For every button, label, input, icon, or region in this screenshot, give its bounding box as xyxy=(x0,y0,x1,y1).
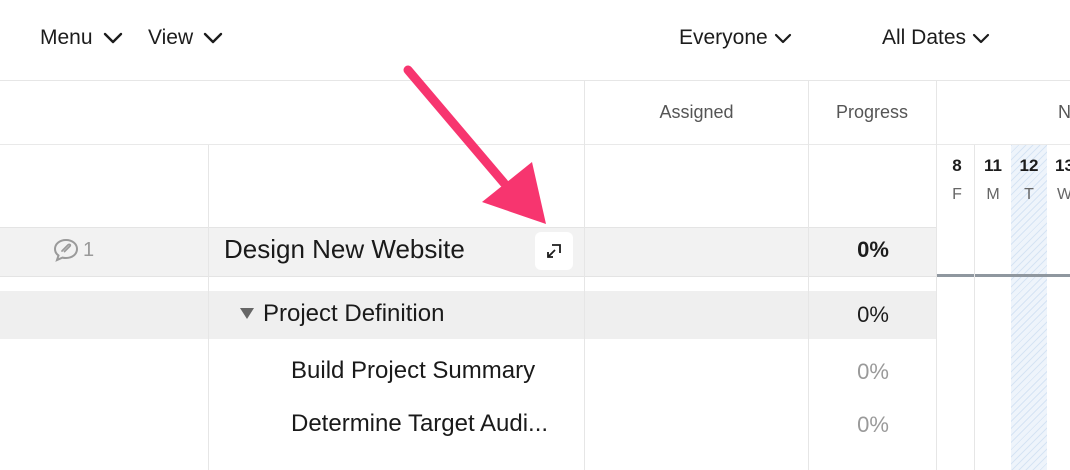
timeline-day-of-week: W xyxy=(1057,186,1070,203)
people-filter-dropdown[interactable]: Everyone xyxy=(679,22,792,54)
group-row[interactable] xyxy=(0,291,937,339)
view-label: View xyxy=(148,26,194,49)
project-progress: 0% xyxy=(857,237,889,262)
timeline-day-number: 11 xyxy=(984,156,1002,175)
timeline-day-number: 8 xyxy=(952,156,962,175)
task-progress: 0% xyxy=(857,412,889,437)
progress-column-header[interactable]: Progress xyxy=(808,81,936,144)
date-filter-label: All Dates xyxy=(882,26,967,49)
timeline-day-of-week: M xyxy=(986,186,1000,203)
view-dropdown[interactable]: View xyxy=(148,22,223,54)
timeline-day-number: 13 xyxy=(1055,156,1070,175)
task-name[interactable]: Determine Target Audi... xyxy=(291,410,548,438)
timeline-day-of-week: F xyxy=(952,186,962,203)
timeline-month-header: N xyxy=(1058,102,1070,122)
assigned-column-header[interactable]: Assigned xyxy=(585,81,808,144)
group-name[interactable]: Project Definition xyxy=(263,300,444,328)
project-gantt-bar[interactable] xyxy=(937,274,1070,277)
menu-dropdown[interactable]: Menu xyxy=(40,22,123,54)
project-name[interactable]: Design New Website xyxy=(224,234,465,265)
menu-label: Menu xyxy=(40,26,93,49)
timeline-day-of-week: T xyxy=(1024,186,1034,203)
chevron-down-icon xyxy=(972,33,990,43)
chevron-down-icon xyxy=(774,33,791,43)
divider xyxy=(208,145,209,470)
divider xyxy=(808,81,809,470)
open-popout-icon xyxy=(547,244,561,258)
chevron-down-icon xyxy=(203,32,223,44)
comment-count-button[interactable]: 1 xyxy=(52,237,94,263)
group-progress: 0% xyxy=(857,302,889,327)
project-row[interactable] xyxy=(0,227,937,277)
triangle-down-icon[interactable] xyxy=(240,308,254,319)
open-project-popout-button[interactable] xyxy=(535,232,573,270)
task-progress: 0% xyxy=(857,359,889,384)
divider xyxy=(584,81,585,470)
date-filter-dropdown[interactable]: All Dates xyxy=(882,22,990,54)
comment-count: 1 xyxy=(83,238,95,261)
divider xyxy=(936,81,937,470)
column-header-row: Assigned Progress N xyxy=(0,81,1070,145)
chevron-down-icon xyxy=(103,32,122,44)
toolbar: Menu View Everyone All Dates xyxy=(0,0,1070,81)
timeline-day-number: 12 xyxy=(1019,156,1039,175)
people-filter-label: Everyone xyxy=(679,26,768,49)
comment-attachment-icon xyxy=(53,238,79,262)
task-name[interactable]: Build Project Summary xyxy=(291,357,535,385)
